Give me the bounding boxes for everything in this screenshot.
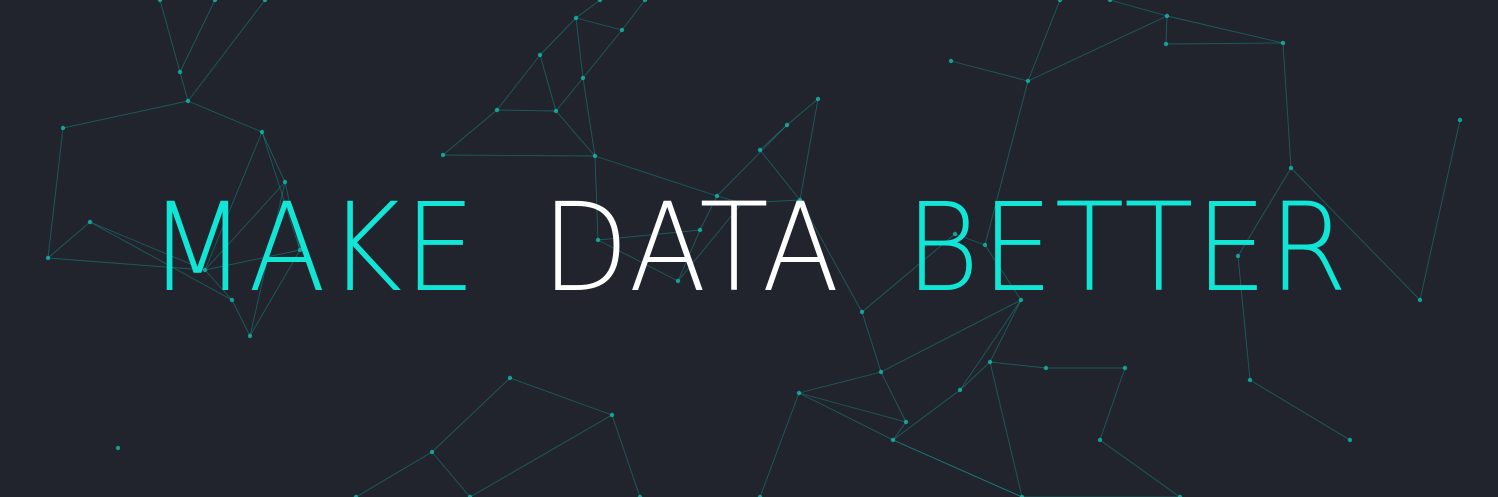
- network-link: [442, 154, 596, 157]
- network-node: [1107, 0, 1113, 3]
- network-link: [539, 54, 557, 112]
- network-link: [469, 414, 613, 497]
- network-link: [1165, 15, 1168, 45]
- network-node: [948, 58, 954, 64]
- network-link: [1249, 379, 1351, 441]
- network-node: [757, 147, 763, 153]
- network-node: [60, 125, 66, 131]
- network-link: [880, 371, 907, 423]
- headline: MAKE DATA BETTER: [52, 178, 1445, 318]
- network-link: [62, 100, 189, 129]
- network-node: [1163, 41, 1169, 47]
- network-node: [619, 27, 625, 33]
- network-node: [1122, 365, 1128, 371]
- network-node: [796, 390, 802, 396]
- network-link: [442, 109, 498, 156]
- network-node: [259, 129, 265, 135]
- network-link: [786, 98, 819, 126]
- network-node: [784, 122, 790, 128]
- network-link: [496, 109, 557, 112]
- network-link: [261, 131, 286, 183]
- network-node: [957, 387, 963, 393]
- network-node: [1288, 165, 1294, 171]
- network-node: [247, 333, 253, 339]
- network-node: [1097, 437, 1103, 443]
- network-link: [950, 60, 1029, 82]
- network-link: [989, 361, 1047, 369]
- network-node: [212, 0, 218, 3]
- network-link: [1099, 439, 1181, 497]
- network-link: [892, 439, 1023, 497]
- network-node: [494, 107, 500, 113]
- headline-word-make: MAKE: [148, 177, 478, 319]
- network-link: [798, 392, 907, 423]
- network-node: [592, 153, 598, 159]
- network-node: [1457, 117, 1463, 123]
- network-link: [1099, 367, 1126, 441]
- network-link: [892, 389, 961, 441]
- network-link: [555, 77, 584, 112]
- network-link: [1282, 42, 1292, 169]
- network-node: [429, 449, 435, 455]
- network-node: [903, 419, 909, 425]
- headline-word-better: BETTER: [905, 177, 1350, 319]
- network-link: [179, 71, 189, 102]
- network-link: [496, 54, 541, 111]
- network-link: [187, 100, 263, 133]
- network-link: [759, 124, 788, 151]
- network-link: [861, 311, 882, 373]
- network-link: [431, 451, 471, 497]
- network-node: [440, 152, 446, 158]
- network-link: [611, 414, 641, 497]
- network-node: [878, 369, 884, 375]
- network-node: [1025, 78, 1031, 84]
- network-node: [1347, 437, 1353, 443]
- network-node: [987, 359, 993, 365]
- network-node: [537, 52, 543, 58]
- network-node: [185, 98, 191, 104]
- network-node: [553, 108, 559, 114]
- network-link: [179, 0, 216, 73]
- network-node: [609, 412, 615, 418]
- network-node: [815, 96, 821, 102]
- network-node: [1043, 365, 1049, 371]
- network-link: [1166, 15, 1284, 44]
- network-link: [159, 0, 181, 73]
- network-link: [621, 0, 646, 31]
- network-link: [892, 421, 907, 441]
- network-node: [177, 69, 183, 75]
- network-link: [539, 17, 577, 56]
- network-link: [575, 17, 584, 79]
- network-node: [1280, 40, 1286, 46]
- network-link: [431, 377, 511, 453]
- network-node: [580, 75, 586, 81]
- network-node: [597, 0, 603, 3]
- network-link: [355, 451, 433, 497]
- network-link: [759, 392, 800, 497]
- network-link: [798, 371, 882, 394]
- network-link: [187, 0, 266, 102]
- headline-word-data: DATA: [541, 177, 842, 319]
- network-node: [573, 15, 579, 21]
- network-node: [1057, 0, 1063, 3]
- network-link: [575, 17, 623, 31]
- network-link: [959, 361, 991, 391]
- network-node: [1164, 13, 1170, 19]
- network-link: [1165, 42, 1284, 45]
- network-node: [157, 0, 163, 3]
- network-link: [1027, 15, 1168, 82]
- network-link: [575, 0, 601, 19]
- network-link: [582, 29, 623, 79]
- network-node: [115, 445, 121, 451]
- hero-banner: { "headline": { "words": [ {"text": "MAK…: [0, 0, 1498, 497]
- network-link: [1109, 0, 1168, 17]
- network-node: [45, 255, 51, 261]
- network-node: [507, 375, 513, 381]
- network-node: [890, 437, 896, 443]
- network-node: [1247, 377, 1253, 383]
- network-link: [798, 392, 894, 441]
- network-link: [1027, 0, 1061, 82]
- network-link: [989, 361, 1023, 497]
- network-link: [509, 377, 613, 416]
